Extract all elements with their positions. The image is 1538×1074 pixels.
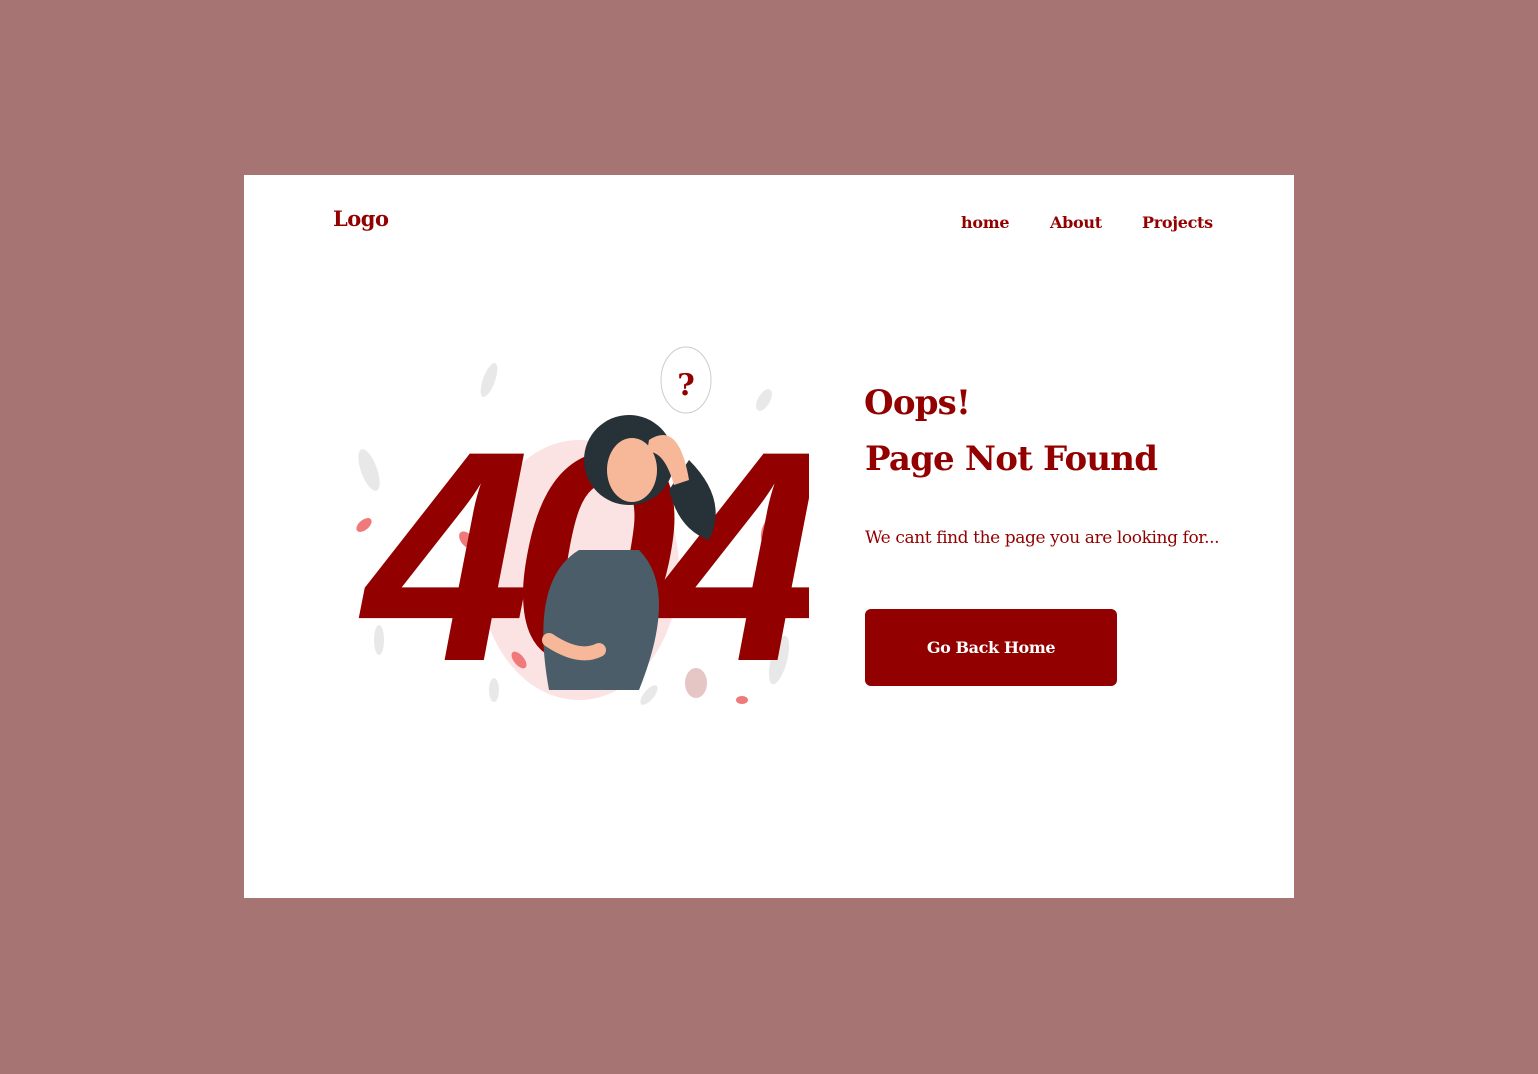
nav-projects[interactable]: Projects — [1142, 213, 1213, 232]
question-mark: ? — [677, 368, 695, 403]
page-title-oops: Oops! — [864, 383, 971, 423]
logo[interactable]: Logo — [333, 206, 389, 231]
speech-bubble: ? — [660, 346, 712, 414]
nav-about[interactable]: About — [1050, 213, 1102, 232]
error-message: We cant find the page you are looking fo… — [865, 528, 1220, 548]
page-title-not-found: Page Not Found — [865, 439, 1158, 479]
page-card: Logo home About Projects 404 — [244, 175, 1294, 898]
go-back-home-button[interactable]: Go Back Home — [865, 609, 1117, 686]
nav-home[interactable]: home — [961, 213, 1010, 232]
404-illustration: 404 ? — [354, 346, 809, 724]
